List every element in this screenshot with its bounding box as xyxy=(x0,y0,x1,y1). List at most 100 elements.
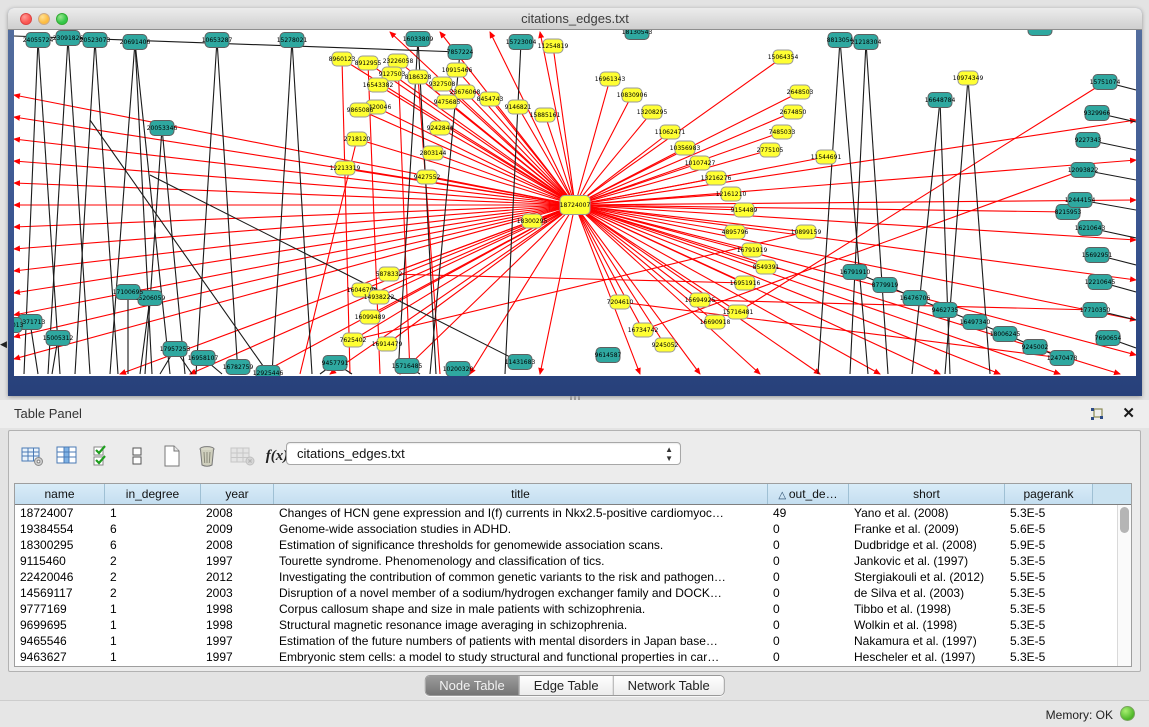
cell-pagerank: 5.6E-5 xyxy=(1005,521,1093,537)
create-table-icon[interactable] xyxy=(159,443,185,469)
tab-edge-table[interactable]: Edge Table xyxy=(519,676,613,695)
citation-edge-black[interactable] xyxy=(818,40,840,374)
graph-node-label: 12470478 xyxy=(1047,355,1078,362)
graph-node-label: 8779919 xyxy=(872,282,899,289)
graph-node-label: 13216276 xyxy=(701,175,732,182)
citation-edge-red[interactable] xyxy=(14,205,575,337)
cell-title: Corpus callosum shape and size in male p… xyxy=(274,601,768,617)
cell-name: 9115460 xyxy=(15,553,105,569)
citation-edge-red[interactable] xyxy=(14,205,575,315)
citation-edge-red[interactable] xyxy=(389,274,745,283)
graph-node-label: 16476706 xyxy=(900,295,931,302)
tab-node-table[interactable]: Node Table xyxy=(425,676,519,695)
cell-title: Tourette syndrome. Phenomenology and cla… xyxy=(274,553,768,569)
citation-edge-red[interactable] xyxy=(575,132,670,205)
citation-edge-red[interactable] xyxy=(400,205,575,374)
cell-out_degree: 0 xyxy=(768,537,849,553)
table-mode-icon[interactable] xyxy=(19,443,45,469)
citation-edge-red[interactable] xyxy=(470,205,575,374)
citation-edge-red[interactable] xyxy=(14,183,575,205)
graph-node-label: 9154489 xyxy=(731,207,758,214)
citation-edge-red[interactable] xyxy=(398,61,410,374)
column-header-year[interactable]: year xyxy=(201,484,274,504)
citation-edge-black[interactable] xyxy=(866,42,888,374)
citation-edge-red[interactable] xyxy=(575,160,1136,205)
table-row[interactable]: 2242004622012Investigating the contribut… xyxy=(15,569,1131,585)
citation-edge-black[interactable] xyxy=(140,298,150,374)
table-row[interactable]: 1456911722003Disruption of a novel membe… xyxy=(15,585,1131,601)
graph-node-label: 17100695 xyxy=(113,289,144,296)
table-row[interactable]: 946554611997Estimation of the future num… xyxy=(15,633,1131,649)
cell-name: 14569117 xyxy=(15,585,105,601)
delete-columns-icon[interactable] xyxy=(194,443,220,469)
table-row[interactable]: 911546021997Tourette syndrome. Phenomeno… xyxy=(15,553,1131,569)
column-header-label: in_degree xyxy=(126,487,179,501)
float-panel-icon[interactable] xyxy=(1089,406,1105,422)
citation-edge-black[interactable] xyxy=(272,40,292,374)
citation-edge-black[interactable] xyxy=(945,78,968,374)
column-header-out_degree[interactable]: △ out_de… xyxy=(768,484,849,504)
graph-node-label: 12161210 xyxy=(716,191,747,198)
network-graph[interactable]: 1872400789601238912955232260589127503165… xyxy=(14,30,1136,376)
table-row[interactable]: 1938455462009Genome-wide association stu… xyxy=(15,521,1131,537)
column-header-title[interactable]: title xyxy=(274,484,768,504)
citation-edge-red[interactable] xyxy=(575,112,793,205)
graph-node-label: 18724007 xyxy=(560,202,591,209)
network-canvas[interactable]: 1872400789601238912955232260589127503165… xyxy=(14,30,1136,376)
table-row[interactable]: 1872400712008Changes of HCN gene express… xyxy=(15,505,1131,521)
citation-edge-red[interactable] xyxy=(14,205,575,227)
citation-edge-red[interactable] xyxy=(14,205,575,293)
table-vertical-scrollbar[interactable] xyxy=(1117,505,1131,666)
citation-edge-black[interactable] xyxy=(135,42,152,374)
citation-edge-red[interactable] xyxy=(700,300,1095,310)
citation-edge-black[interactable] xyxy=(912,100,940,374)
graph-node-label: 15064354 xyxy=(768,54,799,61)
graph-node-label: 5878332 xyxy=(376,271,403,278)
citation-edge-black[interactable] xyxy=(110,42,135,374)
citation-edge-red[interactable] xyxy=(540,205,575,374)
column-header-pagerank[interactable]: pagerank xyxy=(1005,484,1093,504)
citation-edge-red[interactable] xyxy=(14,95,575,205)
citation-edge-black[interactable] xyxy=(48,38,68,374)
tab-network-table[interactable]: Network Table xyxy=(613,676,724,695)
graph-node-label: 12925446 xyxy=(253,370,284,376)
citation-edge-red[interactable] xyxy=(575,79,610,205)
table-body[interactable]: 1872400712008Changes of HCN gene express… xyxy=(15,505,1131,665)
graph-node-label: 9457791 xyxy=(322,360,349,367)
row-height-icon[interactable] xyxy=(124,443,150,469)
graph-node-label: 16914479 xyxy=(372,341,403,348)
table-row[interactable]: 1830029562008Estimation of significance … xyxy=(15,537,1131,553)
graph-node-label: 17710350 xyxy=(1080,307,1111,314)
citation-edge-black[interactable] xyxy=(292,40,312,374)
select-columns-icon[interactable] xyxy=(89,443,115,469)
citation-edge-red[interactable] xyxy=(440,128,575,205)
citation-edge-black[interactable] xyxy=(217,40,238,374)
citation-edge-red[interactable] xyxy=(575,205,1068,212)
graph-node-label: 24055724 xyxy=(23,37,54,44)
close-panel-icon[interactable]: ✕ xyxy=(1122,404,1135,422)
column-header-in_degree[interactable]: in_degree xyxy=(105,484,201,504)
window-titlebar[interactable]: citations_edges.txt xyxy=(8,8,1142,30)
cell-in_degree: 2 xyxy=(105,553,201,569)
table-row[interactable]: 946362711997Embryonic stem cells: a mode… xyxy=(15,649,1131,665)
citation-edge-black[interactable] xyxy=(95,40,118,374)
citation-edge-red[interactable] xyxy=(14,205,575,359)
column-header-short[interactable]: short xyxy=(849,484,1005,504)
collapse-panel-arrow[interactable]: ◀ xyxy=(0,340,7,349)
graph-node-label: 16734742 xyxy=(628,327,659,334)
cell-title: Disruption of a novel member of a sodium… xyxy=(274,585,768,601)
citation-edge-red[interactable] xyxy=(575,200,1136,205)
citation-edge-red[interactable] xyxy=(14,139,575,205)
table-selector-dropdown[interactable]: citations_edges.txt ▲▼ xyxy=(286,442,681,465)
table-row[interactable]: 977716911998Corpus callosum shape and si… xyxy=(15,601,1131,617)
column-header-name[interactable]: name xyxy=(15,484,105,504)
graph-node-label: 9614587 xyxy=(595,352,622,359)
table-row[interactable]: 969969511998Structural magnetic resonanc… xyxy=(15,617,1131,633)
memory-ok-indicator[interactable] xyxy=(1120,706,1135,721)
status-bar: Memory: OK xyxy=(0,700,1149,727)
graph-node-label: 23226058 xyxy=(383,58,414,65)
citation-edge-black[interactable] xyxy=(75,40,95,374)
show-columns-icon[interactable] xyxy=(54,443,80,469)
scrollbar-thumb[interactable] xyxy=(1120,507,1129,533)
citation-edge-red[interactable] xyxy=(389,205,575,274)
